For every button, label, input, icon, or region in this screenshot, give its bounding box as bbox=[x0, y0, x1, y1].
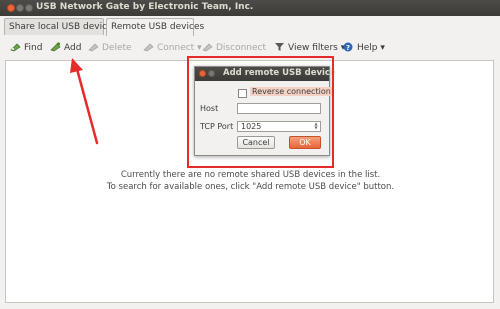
annotation-arrow-icon bbox=[70, 58, 99, 145]
app-window: USB Network Gate by Electronic Team, Inc… bbox=[0, 0, 500, 309]
